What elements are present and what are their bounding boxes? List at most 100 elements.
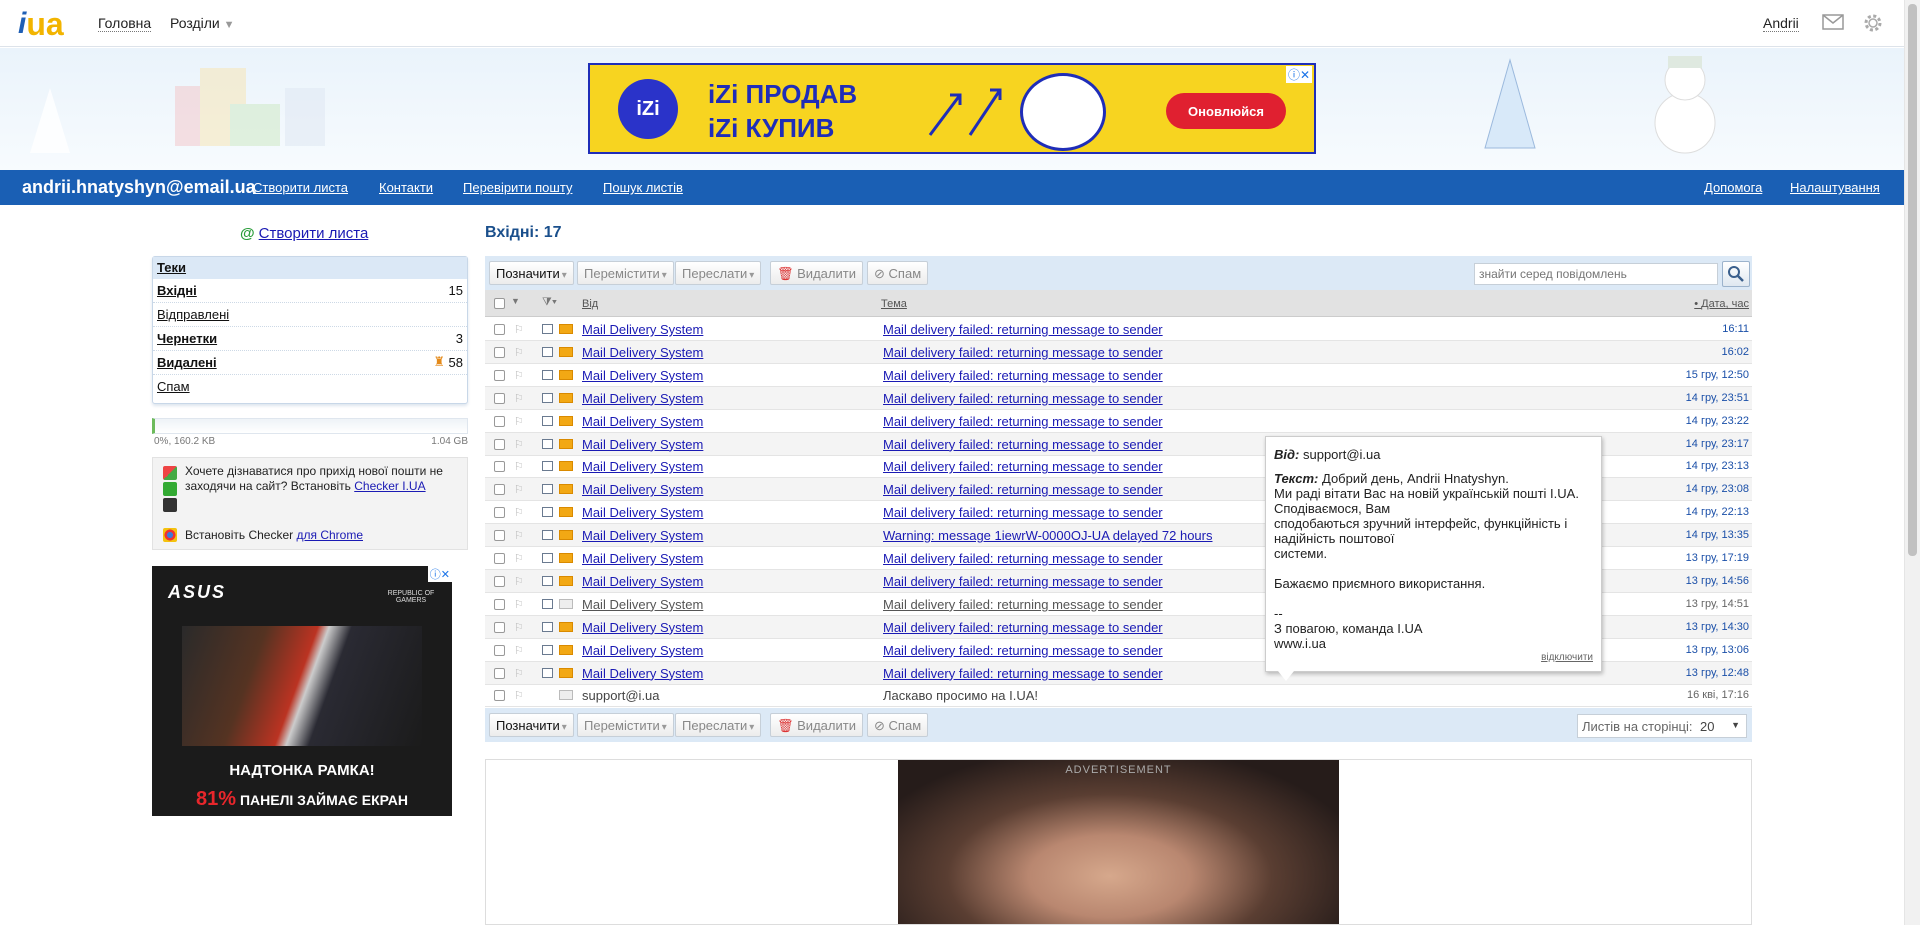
message-sender[interactable]: Mail Delivery System xyxy=(582,459,703,474)
message-subject[interactable]: Mail delivery failed: returning message … xyxy=(883,482,1163,497)
flag-icon[interactable]: ⚐ xyxy=(514,415,524,428)
message-sender[interactable]: Mail Delivery System xyxy=(582,666,703,681)
delete-button[interactable]: 🗑 Видалити xyxy=(770,713,863,737)
message-sender[interactable]: Mail Delivery System xyxy=(582,391,703,406)
flag-icon[interactable]: ⚐ xyxy=(514,392,524,405)
folder-label[interactable]: Спам xyxy=(157,379,190,394)
check-mail-link[interactable]: Перевірити пошту xyxy=(463,180,572,195)
message-checkbox[interactable] xyxy=(494,415,505,427)
message-checkbox[interactable] xyxy=(494,644,505,656)
message-sender[interactable]: Mail Delivery System xyxy=(582,620,703,635)
column-from[interactable]: Від xyxy=(582,298,598,310)
chevron-down-icon[interactable]: ▼ xyxy=(511,296,520,306)
per-page-select[interactable]: Листів на сторінці: 20 ▼ xyxy=(1577,714,1747,738)
ad-close-icon[interactable]: ⓘ✕ xyxy=(427,566,452,582)
create-message-label[interactable]: Створити листа xyxy=(259,225,369,242)
flag-icon[interactable]: ⚐ xyxy=(514,483,524,496)
message-subject[interactable]: Mail delivery failed: returning message … xyxy=(883,666,1163,681)
ad-close-icon[interactable]: ⓘ✕ xyxy=(1285,66,1312,83)
user-menu[interactable]: Andrii xyxy=(1763,15,1799,32)
message-subject[interactable]: Mail delivery failed: returning message … xyxy=(883,505,1163,520)
create-message-link[interactable]: @ Створити листа xyxy=(240,225,368,242)
message-subject[interactable]: Mail delivery failed: returning message … xyxy=(883,322,1163,337)
filter-icon[interactable]: ⧩▾ xyxy=(542,296,557,309)
message-row[interactable]: ⚐ Mail Delivery System Mail delivery faile… xyxy=(485,410,1752,433)
message-subject[interactable]: Mail delivery failed: returning message … xyxy=(883,574,1163,589)
bottom-advertisement[interactable]: ADVERTISEMENT xyxy=(485,759,1752,925)
iua-logo[interactable]: i ua xyxy=(18,8,64,40)
page-scrollbar[interactable] xyxy=(1904,0,1920,925)
column-date[interactable]: • Дата, час xyxy=(1694,298,1749,310)
nav-home-link[interactable]: Головна xyxy=(98,15,152,32)
mark-button[interactable]: Позначити ▾ xyxy=(489,713,574,737)
flag-icon[interactable]: ⚐ xyxy=(514,438,524,451)
help-link[interactable]: Допомога xyxy=(1704,180,1762,195)
side-advertisement[interactable]: ASUS REPUBLIC OF GAMERS НАДТОНКА РАМКА! … xyxy=(152,566,452,816)
flag-icon[interactable]: ⚐ xyxy=(514,323,524,336)
flag-icon[interactable]: ⚐ xyxy=(514,460,524,473)
message-subject[interactable]: Mail delivery failed: returning message … xyxy=(883,459,1163,474)
message-checkbox[interactable] xyxy=(494,553,505,564)
flag-icon[interactable]: ⚐ xyxy=(514,667,524,680)
folder-label[interactable]: Вхідні xyxy=(157,283,197,298)
empty-trash-icon[interactable]: ♜ xyxy=(433,354,445,370)
message-row[interactable]: ⚐ Mail Delivery System Mail delivery faile… xyxy=(485,386,1752,410)
spam-button[interactable]: ⊘ Спам xyxy=(867,261,929,285)
folder-label[interactable]: Відправлені xyxy=(157,307,229,322)
flag-icon[interactable]: ⚐ xyxy=(514,621,524,634)
settings-link[interactable]: Налаштування xyxy=(1790,180,1880,195)
message-checkbox[interactable] xyxy=(494,324,505,335)
message-checkbox[interactable] xyxy=(494,369,505,381)
forward-button[interactable]: Переслати ▾ xyxy=(675,713,762,737)
contacts-link[interactable]: Контакти xyxy=(379,180,433,195)
column-subject[interactable]: Тема xyxy=(881,298,907,310)
message-checkbox[interactable] xyxy=(494,346,505,358)
flag-icon[interactable]: ⚐ xyxy=(514,552,524,565)
message-sender[interactable]: Mail Delivery System xyxy=(582,437,703,452)
message-sender[interactable]: Mail Delivery System xyxy=(582,482,703,497)
message-subject[interactable]: Mail delivery failed: returning message … xyxy=(883,345,1163,360)
folder-sent[interactable]: Відправлені xyxy=(153,303,467,327)
flag-icon[interactable]: ⚐ xyxy=(514,369,524,382)
message-checkbox[interactable] xyxy=(494,598,505,610)
message-subject[interactable]: Mail delivery failed: returning message … xyxy=(883,620,1163,635)
ad-cta-button[interactable]: Оновлюйся xyxy=(1166,93,1286,129)
flag-icon[interactable]: ⚐ xyxy=(514,644,524,657)
message-subject[interactable]: Mail delivery failed: returning message … xyxy=(883,414,1163,429)
message-subject[interactable]: Mail delivery failed: returning message … xyxy=(883,597,1163,612)
message-checkbox[interactable] xyxy=(494,575,505,587)
message-checkbox[interactable] xyxy=(494,461,505,473)
message-row[interactable]: ⚐ Mail Delivery System Mail delivery faile… xyxy=(485,364,1752,387)
message-sender[interactable]: Mail Delivery System xyxy=(582,345,703,360)
flag-icon[interactable]: ⚐ xyxy=(514,689,524,702)
search-button[interactable] xyxy=(1722,261,1750,287)
message-sender[interactable]: support@i.ua xyxy=(582,688,660,703)
search-input[interactable] xyxy=(1474,263,1718,285)
message-subject[interactable]: Mail delivery failed: returning message … xyxy=(883,391,1163,406)
select-all-checkbox[interactable] xyxy=(494,298,505,309)
folders-title[interactable]: Теки xyxy=(153,257,467,279)
delete-button[interactable]: 🗑 Видалити xyxy=(770,261,863,285)
message-checkbox[interactable] xyxy=(494,690,505,702)
disable-preview-link[interactable]: відключити xyxy=(1541,650,1593,665)
compose-link[interactable]: Створити листа xyxy=(253,180,348,195)
scrollbar-thumb[interactable] xyxy=(1908,4,1917,556)
top-advertisement[interactable]: iZi iZi ПРОДАВ iZi КУПИВ Оновлюйся ⓘ✕ xyxy=(588,63,1316,154)
flag-icon[interactable]: ⚐ xyxy=(514,506,524,519)
message-sender[interactable]: Mail Delivery System xyxy=(582,597,703,612)
folder-trash[interactable]: Видалені ♜ 58 xyxy=(153,351,467,375)
message-checkbox[interactable] xyxy=(494,621,505,633)
folder-inbox[interactable]: Вхідні 15 xyxy=(153,279,467,303)
mark-button[interactable]: Позначити ▾ xyxy=(489,261,574,285)
message-sender[interactable]: Mail Delivery System xyxy=(582,414,703,429)
message-subject[interactable]: Warning: message 1iewrW-0000OJ-UA delaye… xyxy=(883,528,1213,543)
mail-icon[interactable] xyxy=(1822,14,1844,30)
message-sender[interactable]: Mail Delivery System xyxy=(582,368,703,383)
message-checkbox[interactable] xyxy=(494,507,505,519)
flag-icon[interactable]: ⚐ xyxy=(514,575,524,588)
message-sender[interactable]: Mail Delivery System xyxy=(582,551,703,566)
message-sender[interactable]: Mail Delivery System xyxy=(582,322,703,337)
search-mail-link[interactable]: Пошук листів xyxy=(603,180,683,195)
gear-icon[interactable] xyxy=(1862,12,1884,34)
message-subject[interactable]: Mail delivery failed: returning message … xyxy=(883,551,1163,566)
